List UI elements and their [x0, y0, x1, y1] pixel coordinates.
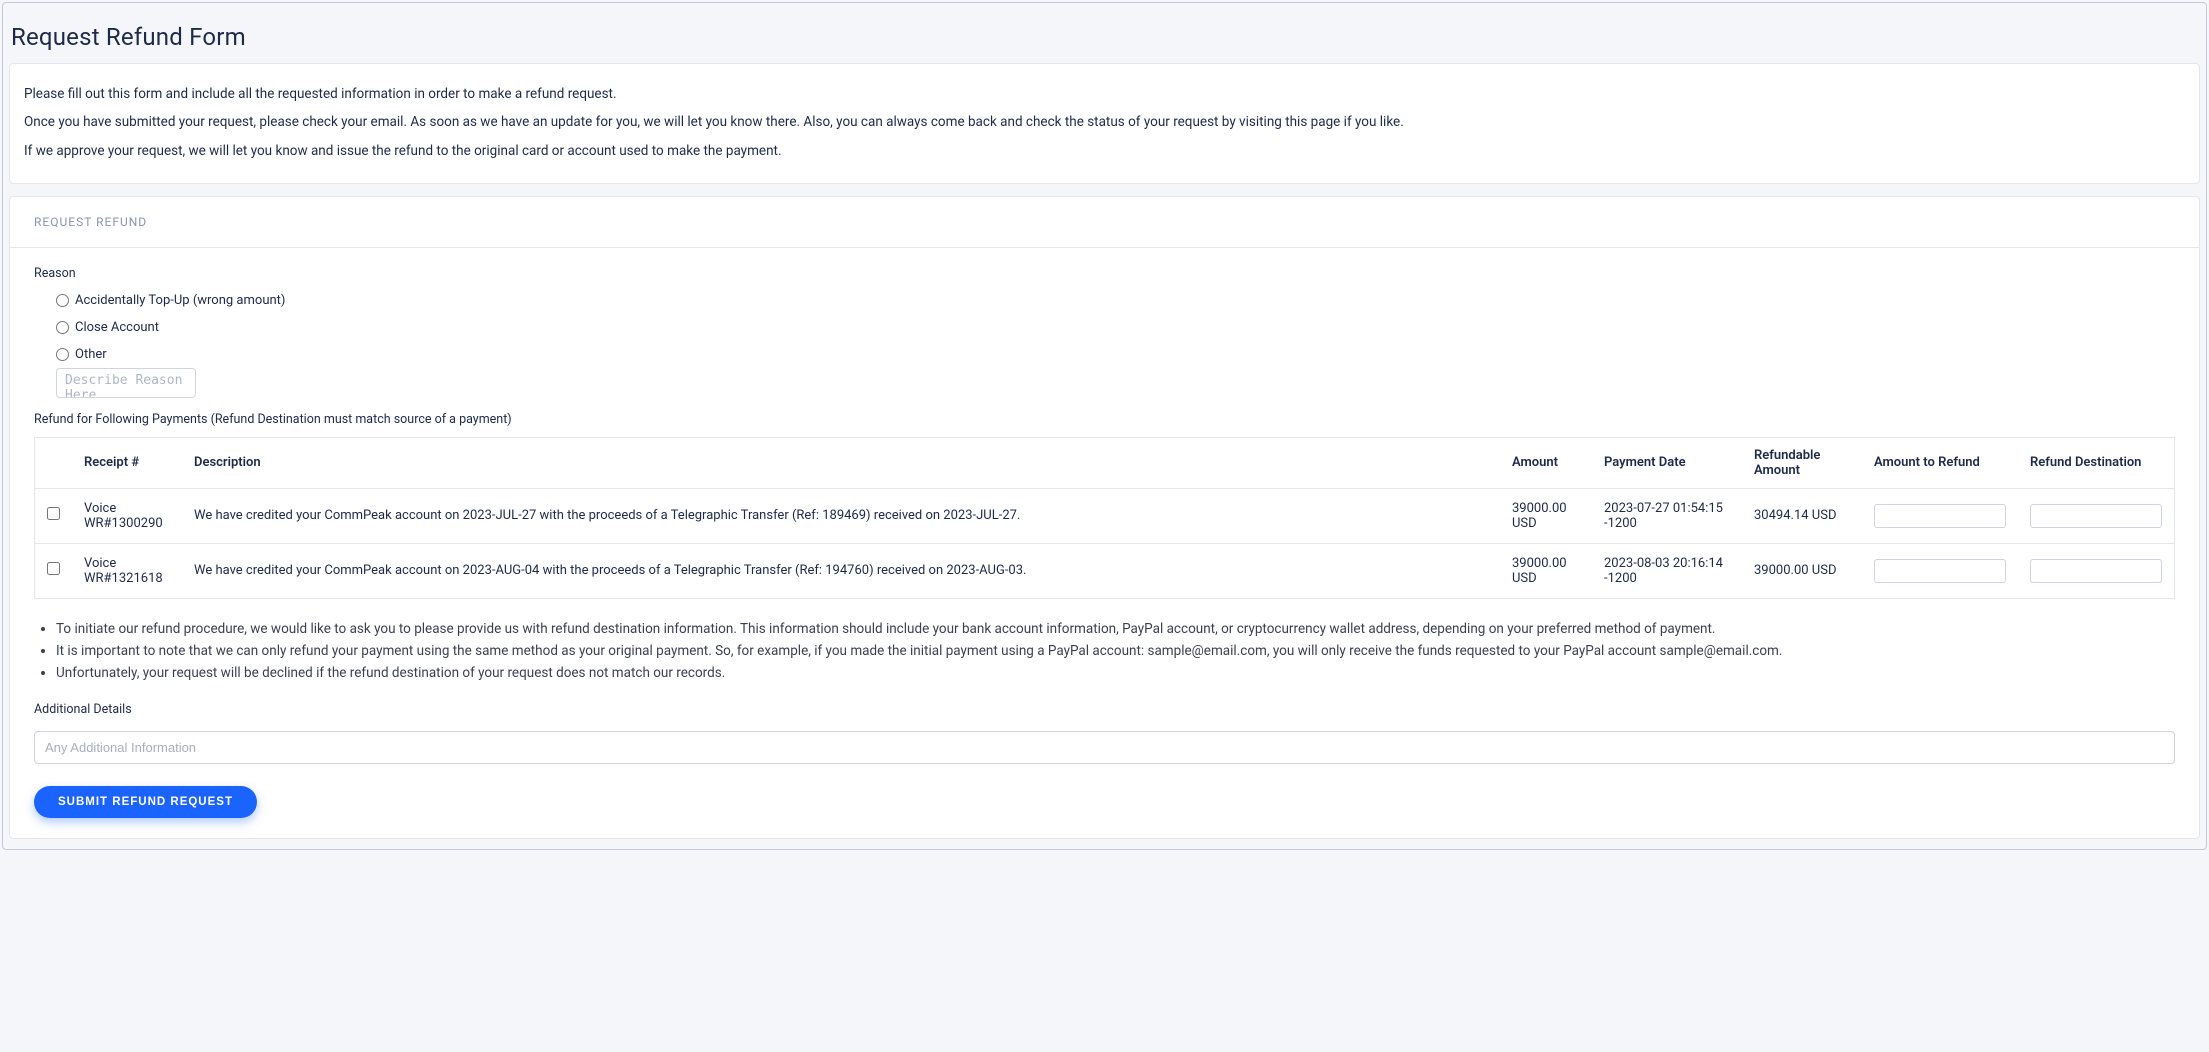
th-amount-to-refund: Amount to Refund — [1862, 437, 2018, 488]
table-row: Voice WR#1300290 We have credited your C… — [35, 488, 2175, 543]
th-select — [35, 437, 73, 488]
reason-label: Reason — [34, 266, 2175, 281]
page-container: Request Refund Form Please fill out this… — [2, 2, 2207, 850]
note-item: To initiate our refund procedure, we wou… — [56, 619, 2175, 639]
submit-refund-button[interactable]: Submit Refund Request — [34, 786, 257, 818]
th-refundable: Refundable Amount — [1742, 437, 1862, 488]
th-payment-date: Payment Date — [1592, 437, 1742, 488]
cell-receipt: Voice WR#1321618 — [72, 543, 182, 598]
reason-option-accidental: Accidentally Top-Up (wrong amount) — [75, 293, 285, 308]
info-paragraph-2: Once you have submitted your request, pl… — [24, 112, 2185, 132]
info-card: Please fill out this form and include al… — [9, 63, 2200, 184]
additional-details-input[interactable] — [34, 731, 2175, 764]
reason-other-textarea[interactable] — [56, 368, 196, 398]
info-paragraph-1: Please fill out this form and include al… — [24, 84, 2185, 104]
th-receipt: Receipt # — [72, 437, 182, 488]
cell-amount: 39000.00 USD — [1500, 543, 1592, 598]
form-card-body: Reason Accidentally Top-Up (wrong amount… — [10, 248, 2199, 786]
cell-refundable: 39000.00 USD — [1742, 543, 1862, 598]
reason-radio-list: Accidentally Top-Up (wrong amount) Close… — [34, 293, 2175, 398]
reason-option-close: Close Account — [75, 320, 159, 335]
cell-receipt: Voice WR#1300290 — [72, 488, 182, 543]
cell-payment-date: 2023-07-27 01:54:15 -1200 — [1592, 488, 1742, 543]
amount-to-refund-input[interactable] — [1874, 504, 2006, 528]
cell-description: We have credited your CommPeak account o… — [182, 543, 1500, 598]
amount-to-refund-input[interactable] — [1874, 559, 2006, 583]
th-amount: Amount — [1500, 437, 1592, 488]
cell-refundable: 30494.14 USD — [1742, 488, 1862, 543]
form-card-header: Request Refund — [10, 197, 2199, 248]
cell-payment-date: 2023-08-03 20:16:14 -1200 — [1592, 543, 1742, 598]
table-row: Voice WR#1321618 We have credited your C… — [35, 543, 2175, 598]
reason-option-other: Other — [75, 347, 107, 362]
notes-list: To initiate our refund procedure, we wou… — [56, 619, 2175, 684]
row-checkbox[interactable] — [47, 562, 60, 575]
additional-details-label: Additional Details — [34, 702, 2175, 717]
reason-radio-close[interactable] — [56, 321, 69, 334]
note-item: It is important to note that we can only… — [56, 641, 2175, 661]
row-checkbox[interactable] — [47, 507, 60, 520]
payments-label: Refund for Following Payments (Refund De… — [34, 412, 2175, 427]
reason-radio-accidental[interactable] — [56, 294, 69, 307]
note-item: Unfortunately, your request will be decl… — [56, 663, 2175, 683]
page-title: Request Refund Form — [9, 9, 2200, 63]
cell-description: We have credited your CommPeak account o… — [182, 488, 1500, 543]
reason-radio-other[interactable] — [56, 348, 69, 361]
refund-destination-input[interactable] — [2030, 559, 2162, 583]
info-paragraph-3: If we approve your request, we will let … — [24, 141, 2185, 161]
cell-amount: 39000.00 USD — [1500, 488, 1592, 543]
th-refund-destination: Refund Destination — [2018, 437, 2175, 488]
payments-table: Receipt # Description Amount Payment Dat… — [34, 437, 2175, 599]
refund-destination-input[interactable] — [2030, 504, 2162, 528]
th-description: Description — [182, 437, 1500, 488]
form-card: Request Refund Reason Accidentally Top-U… — [9, 196, 2200, 839]
